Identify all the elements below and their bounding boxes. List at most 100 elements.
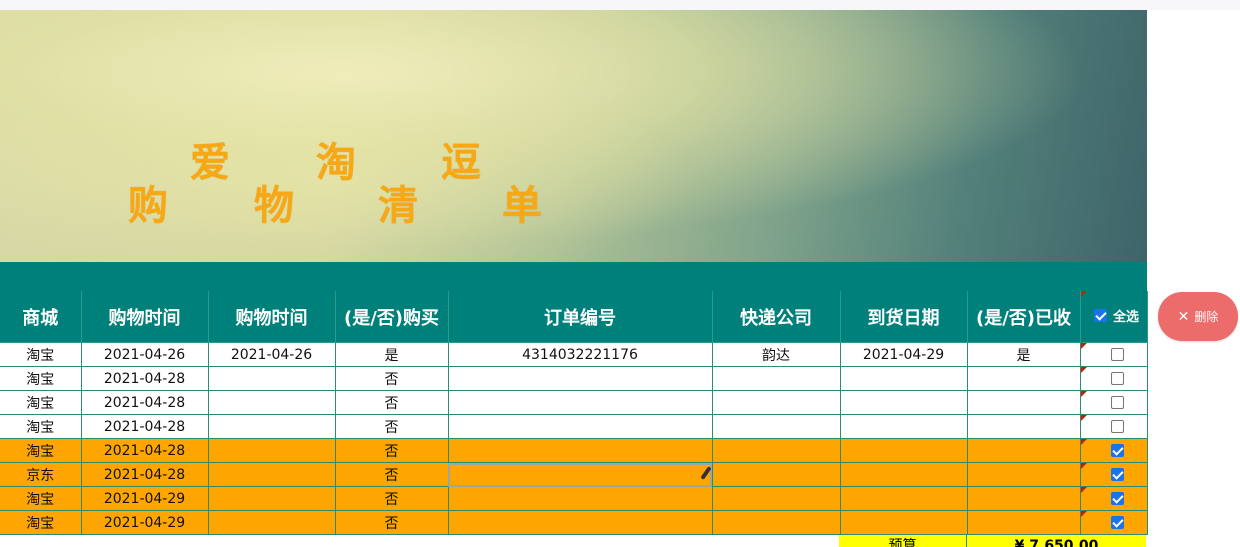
cell-bought[interactable]: 是: [335, 342, 449, 367]
col-bought: (是/否)购买: [335, 291, 449, 343]
cell-select: [1080, 414, 1148, 439]
cell-purchase-time-2[interactable]: [208, 438, 336, 463]
cell-arrival-date[interactable]: [840, 486, 968, 511]
cell-purchase-time[interactable]: 2021-04-28: [81, 390, 209, 415]
cell-purchase-time-2[interactable]: [208, 390, 336, 415]
cell-order-number[interactable]: [448, 510, 713, 535]
row-checkbox[interactable]: [1110, 468, 1124, 481]
cell-purchase-time-2[interactable]: [208, 462, 336, 487]
cell-arrival-date[interactable]: 2021-04-29: [840, 342, 968, 367]
table-row: 淘宝 2021-04-29 否: [0, 510, 1148, 535]
cell-order-number[interactable]: [448, 366, 713, 391]
row-checkbox[interactable]: [1110, 348, 1124, 361]
cell-purchase-time[interactable]: 2021-04-28: [81, 366, 209, 391]
cell-bought[interactable]: 否: [335, 414, 449, 439]
cell-order-number[interactable]: [448, 390, 713, 415]
cell-purchase-time[interactable]: 2021-04-29: [81, 510, 209, 535]
col-order-number: 订单编号: [448, 291, 713, 343]
cell-select: [1080, 510, 1148, 535]
cell-courier[interactable]: [712, 390, 841, 415]
cell-mall[interactable]: 淘宝: [0, 414, 82, 439]
cell-received[interactable]: [967, 390, 1081, 415]
cell-purchase-time[interactable]: 2021-04-28: [81, 462, 209, 487]
cell-received[interactable]: [967, 414, 1081, 439]
cell-received[interactable]: [967, 462, 1081, 487]
cell-arrival-date[interactable]: [840, 462, 968, 487]
cell-purchase-time[interactable]: 2021-04-28: [81, 438, 209, 463]
cell-bought[interactable]: 否: [335, 486, 449, 511]
cell-arrival-date[interactable]: [840, 414, 968, 439]
title-char: 爱: [190, 140, 230, 186]
shopping-table: 商城 购物时间 购物时间 (是/否)购买 订单编号 快递公司 到货日期 (是/否…: [0, 291, 1148, 535]
cell-purchase-time-2[interactable]: [208, 510, 336, 535]
cell-received[interactable]: [967, 486, 1081, 511]
cell-bought[interactable]: 否: [335, 510, 449, 535]
cell-mall[interactable]: 淘宝: [0, 486, 82, 511]
cell-courier[interactable]: [712, 462, 841, 487]
cell-mall[interactable]: 淘宝: [0, 342, 82, 367]
banner: 爱 淘 逗 购 物 清 单: [0, 10, 1147, 262]
table-row: 淘宝 2021-04-28 否: [0, 414, 1148, 439]
table-row: 淘宝 2021-04-28 否: [0, 438, 1148, 463]
col-mall: 商城: [0, 291, 82, 343]
cell-order-number[interactable]: [448, 438, 713, 463]
cell-arrival-date[interactable]: [840, 366, 968, 391]
cell-received[interactable]: [967, 438, 1081, 463]
title-char: 淘: [316, 140, 356, 186]
cell-select: [1080, 366, 1148, 391]
cell-mall[interactable]: 淘宝: [0, 510, 82, 535]
cell-courier[interactable]: [712, 414, 841, 439]
cell-purchase-time[interactable]: 2021-04-28: [81, 414, 209, 439]
row-checkbox[interactable]: [1110, 372, 1124, 385]
budget-value: ¥ 7,650.00: [967, 535, 1146, 547]
row-checkbox[interactable]: [1110, 420, 1124, 433]
row-checkbox[interactable]: [1110, 516, 1124, 529]
cell-arrival-date[interactable]: [840, 510, 968, 535]
table-row: 淘宝 2021-04-26 2021-04-26 是 4314032221176 韵达 20…: [0, 342, 1148, 367]
cell-mall[interactable]: 淘宝: [0, 366, 82, 391]
cell-order-number[interactable]: [448, 414, 713, 439]
cell-received[interactable]: [967, 366, 1081, 391]
cell-received[interactable]: 是: [967, 342, 1081, 367]
cell-select: [1080, 486, 1148, 511]
cell-courier[interactable]: [712, 438, 841, 463]
cell-purchase-time[interactable]: 2021-04-29: [81, 486, 209, 511]
cell-received[interactable]: [967, 510, 1081, 535]
cell-bought[interactable]: 否: [335, 438, 449, 463]
cell-purchase-time-2[interactable]: [208, 366, 336, 391]
cell-arrival-date[interactable]: [840, 438, 968, 463]
cell-bought[interactable]: 否: [335, 390, 449, 415]
table-row: 京东 2021-04-28 否: [0, 462, 1148, 487]
cell-courier[interactable]: [712, 510, 841, 535]
cell-courier[interactable]: 韵达: [712, 342, 841, 367]
cell-order-number[interactable]: [448, 486, 713, 511]
budget-label: 预算: [839, 535, 967, 547]
cell-mall[interactable]: 淘宝: [0, 438, 82, 463]
select-all-checkbox[interactable]: [1093, 309, 1107, 322]
cell-mall[interactable]: 京东: [0, 462, 82, 487]
select-all-label: 全选: [1112, 310, 1139, 325]
cell-select: [1080, 438, 1148, 463]
cell-purchase-time-2[interactable]: [208, 486, 336, 511]
row-checkbox[interactable]: [1110, 396, 1124, 409]
title-char: 物: [254, 183, 294, 229]
table-row: 淘宝 2021-04-28 否: [0, 366, 1148, 391]
cell-arrival-date[interactable]: [840, 390, 968, 415]
cell-bought[interactable]: 否: [335, 366, 449, 391]
header-strip: [0, 262, 1147, 291]
col-purchase-time: 购物时间: [81, 291, 209, 343]
cell-mall[interactable]: 淘宝: [0, 390, 82, 415]
cell-courier[interactable]: [712, 366, 841, 391]
cell-courier[interactable]: [712, 486, 841, 511]
cell-order-number[interactable]: [448, 462, 713, 487]
cell-order-number[interactable]: 4314032221176: [448, 342, 713, 367]
row-checkbox[interactable]: [1110, 444, 1124, 457]
row-checkbox[interactable]: [1110, 492, 1124, 505]
select-all-toggle[interactable]: 全选: [1088, 306, 1139, 325]
cell-bought[interactable]: 否: [335, 462, 449, 487]
cell-purchase-time[interactable]: 2021-04-26: [81, 342, 209, 367]
cell-purchase-time-2[interactable]: [208, 414, 336, 439]
cell-purchase-time-2[interactable]: 2021-04-26: [208, 342, 336, 367]
table-row: 淘宝 2021-04-29 否: [0, 486, 1148, 511]
delete-button[interactable]: ✕ 删除: [1158, 292, 1238, 341]
